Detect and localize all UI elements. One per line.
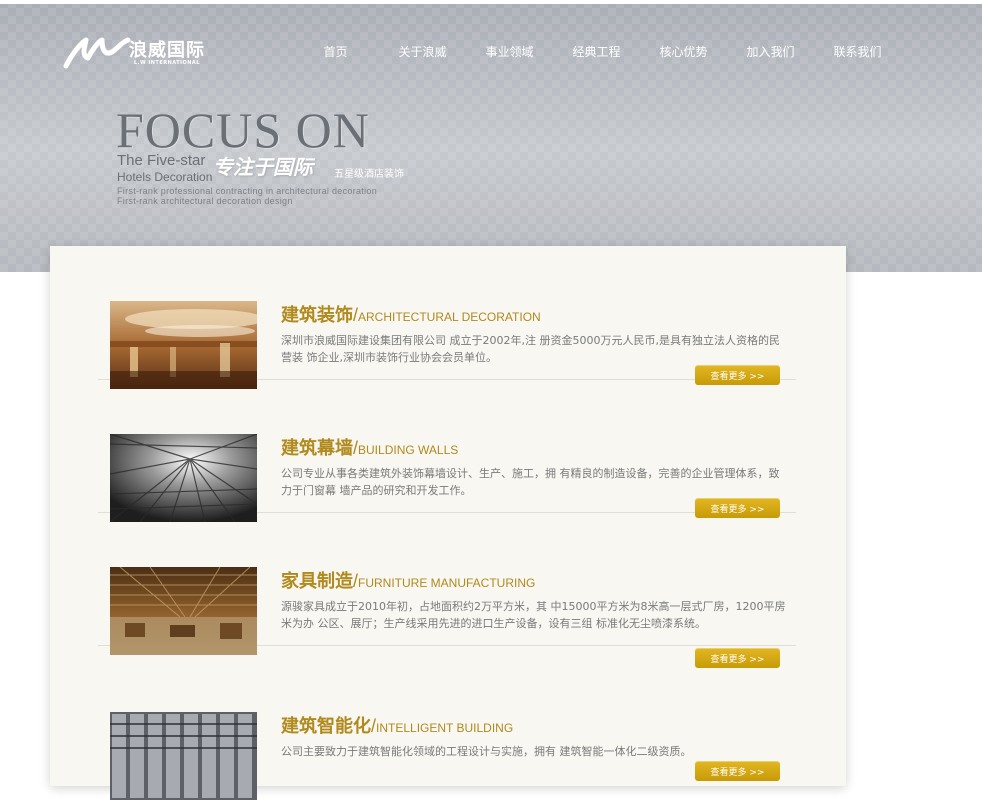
section-description: 公司专业从事各类建筑外装饰幕墙设计、生产、施工，拥 有精良的制造设备，完善的企业…: [281, 467, 780, 497]
banner-headline: FOCUS ON: [116, 102, 370, 158]
section-title-en: INTELLIGENT BUILDING: [376, 721, 514, 735]
section-title: 家具制造/FURNITURE MANUFACTURING: [281, 567, 535, 593]
banner-eng-line-2: First-rank architectural decoration desi…: [117, 196, 293, 206]
logo-text: 浪威国际: [129, 40, 205, 61]
hotel-interior-image: [110, 301, 257, 389]
glass-facade-image: [110, 434, 257, 522]
list-item: 建筑幕墙/BUILDING WALLS 公司专业从事各类建筑外装饰幕墙设计、生产…: [98, 379, 796, 522]
list-item: 家具制造/FURNITURE MANUFACTURING 源骏家具成立于2010…: [98, 512, 796, 668]
nav-item-home[interactable]: 首页: [292, 43, 379, 60]
content-panel: 建筑装饰/ARCHITECTURAL DECORATION 深圳市浪威国际建设集…: [50, 246, 846, 800]
banner-five-star: The Five-star: [117, 152, 206, 169]
section-title-cn: 建筑智能化: [281, 716, 371, 737]
nav-item-about[interactable]: 关于浪威: [379, 43, 466, 60]
banner-hotels-decoration: Hotels Decoration: [117, 170, 213, 184]
section-title-en: ARCHITECTURAL DECORATION: [358, 310, 541, 324]
section-title-cn: 家具制造: [281, 571, 353, 592]
section-title: 建筑装饰/ARCHITECTURAL DECORATION: [281, 301, 541, 327]
section-title: 建筑幕墙/BUILDING WALLS: [281, 434, 458, 460]
section-description: 深圳市浪威国际建设集团有限公司 成立于2002年,注 册资金5000万元人民币,…: [281, 334, 780, 364]
section-description: 源骏家具成立于2010年初，占地面积约2万平方米，其 中15000平方米为8米高…: [281, 600, 786, 630]
logo[interactable]: 浪威国际 L.W INTERNATIONAL: [62, 30, 212, 72]
nav-item-contact[interactable]: 联系我们: [814, 43, 901, 60]
main-nav: 首页 关于浪威 事业领域 经典工程 核心优势 加入我们 联系我们: [292, 43, 901, 60]
section-title: 建筑智能化/INTELLIGENT BUILDING: [281, 712, 513, 738]
banner-slogan-cn: 专注于国际: [213, 155, 313, 179]
banner-slogan-cn-sub: 五星级酒店装饰: [334, 169, 404, 180]
section-title-cn: 建筑幕墙: [281, 438, 353, 459]
server-cables-image: [110, 712, 257, 800]
logo-subtext: L.W INTERNATIONAL: [134, 60, 200, 66]
nav-item-join[interactable]: 加入我们: [727, 43, 814, 60]
header-banner: 浪威国际 L.W INTERNATIONAL 首页 关于浪威 事业领域 经典工程…: [0, 0, 982, 272]
list-item: 建筑智能化/INTELLIGENT BUILDING 公司主要致力于建筑智能化领…: [98, 657, 796, 800]
nav-item-business[interactable]: 事业领域: [466, 43, 553, 60]
nav-item-projects[interactable]: 经典工程: [553, 43, 640, 60]
section-title-cn: 建筑装饰: [281, 305, 353, 326]
list-item: 建筑装饰/ARCHITECTURAL DECORATION 深圳市浪威国际建设集…: [98, 246, 796, 389]
factory-hall-image: [110, 567, 257, 655]
section-title-en: BUILDING WALLS: [358, 443, 459, 457]
banner-eng-line-1: First-rank professional contracting in a…: [117, 186, 378, 196]
nav-item-advantages[interactable]: 核心优势: [640, 43, 727, 60]
section-description: 公司主要致力于建筑智能化领域的工程设计与实施，拥有 建筑智能一体化二级资质。: [281, 745, 692, 758]
logo-mark-icon: [63, 37, 131, 69]
view-more-button[interactable]: 查看更多 >>: [695, 761, 780, 781]
section-title-en: FURNITURE MANUFACTURING: [358, 576, 536, 590]
